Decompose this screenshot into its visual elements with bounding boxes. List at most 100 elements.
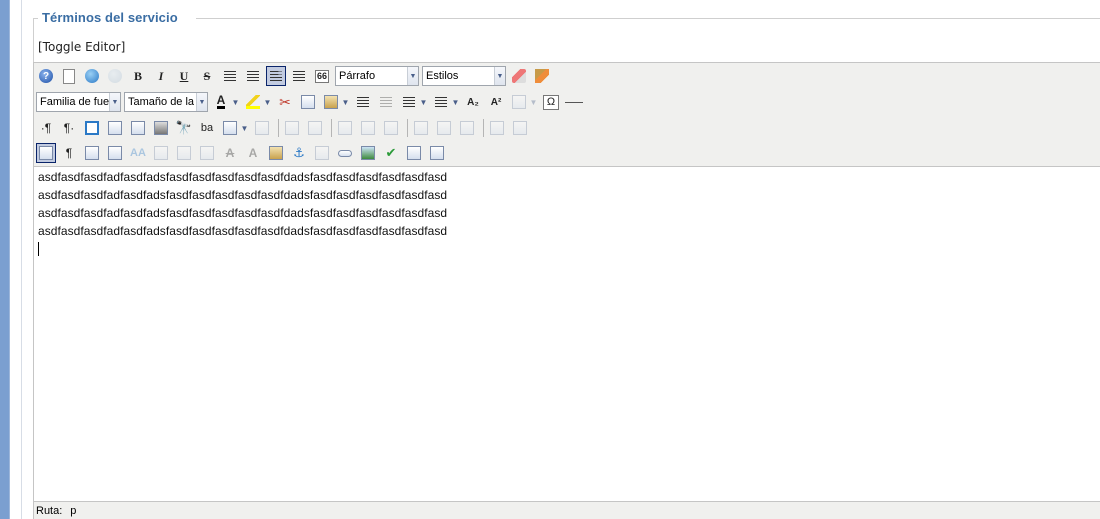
remove-format-button[interactable] [509, 66, 529, 86]
redo-button[interactable] [105, 66, 125, 86]
cleanup-button[interactable] [532, 66, 552, 86]
visual-aid-button[interactable] [36, 143, 56, 163]
template-icon [85, 146, 99, 160]
font-color-dropdown[interactable]: ▼ [231, 92, 240, 112]
special-char-button[interactable]: Ω [541, 92, 561, 112]
anchor-dropdown[interactable]: ▼ [529, 92, 538, 112]
insert-col-before-button[interactable] [411, 118, 431, 138]
insert-row-after-button[interactable] [358, 118, 378, 138]
insert-col-after-button[interactable] [434, 118, 454, 138]
unordered-list-dropdown[interactable]: ▼ [451, 92, 460, 112]
toolbar-row-2: Familia de fuen ▼ Tamaño de la f ▼ A ▼ ▼ ✂… [36, 90, 587, 114]
strikethrough-icon: S [203, 68, 211, 83]
align-right-button[interactable] [289, 66, 309, 86]
del-button[interactable]: A [220, 143, 240, 163]
cut-button[interactable]: ✂ [275, 92, 295, 112]
format-select[interactable]: Párrafo ▼ [335, 66, 419, 86]
undo-button[interactable] [82, 66, 102, 86]
insert-table-dropdown[interactable]: ▼ [240, 118, 249, 138]
spellcheck-icon: ✔ [385, 145, 397, 160]
delete-table-button[interactable] [252, 118, 272, 138]
font-color-button[interactable]: A [211, 92, 231, 112]
delete-col-button[interactable] [457, 118, 477, 138]
spellcheck-button[interactable]: ✔ [381, 143, 401, 163]
insert-table-button[interactable] [220, 118, 240, 138]
unlink-icon [315, 146, 329, 160]
help-button[interactable]: ? [36, 66, 56, 86]
align-justify-button[interactable] [220, 66, 240, 86]
preview-button[interactable] [105, 118, 125, 138]
path-element[interactable]: p [70, 505, 76, 517]
abbr-button[interactable] [174, 143, 194, 163]
toolbar-separator [407, 119, 408, 137]
ltr-button[interactable]: ·¶ [36, 118, 56, 138]
print-button[interactable] [151, 118, 171, 138]
toolbar-row-1: ? B I U S 66 Párrafo ▼ Estilos ▼ [36, 64, 555, 88]
cell-props-button[interactable] [305, 118, 325, 138]
pagebreak-button[interactable] [105, 143, 125, 163]
unordered-list-icon [435, 96, 447, 108]
horizontal-rule-button[interactable] [564, 92, 584, 112]
superscript-button[interactable]: A² [486, 92, 506, 112]
attributes-button[interactable] [266, 143, 286, 163]
readmore-button[interactable] [427, 143, 447, 163]
rtl-button[interactable]: ¶· [59, 118, 79, 138]
insert-col-after-icon [437, 121, 451, 135]
fullscreen-button[interactable] [82, 118, 102, 138]
paste-dropdown[interactable]: ▼ [341, 92, 350, 112]
highlight-button[interactable] [243, 92, 263, 112]
code-button[interactable] [128, 118, 148, 138]
fieldset-border-top-right [196, 18, 1100, 19]
indent-button[interactable] [353, 92, 373, 112]
acronym-button[interactable] [197, 143, 217, 163]
paste-icon [324, 95, 338, 109]
italic-button[interactable]: I [151, 66, 171, 86]
outdent-button[interactable] [376, 92, 396, 112]
font-family-select[interactable]: Familia de fuen ▼ [36, 92, 121, 112]
copy-button[interactable] [298, 92, 318, 112]
editor-toolbar: ? B I U S 66 Párrafo ▼ Estilos ▼ Familia d… [34, 63, 1100, 167]
ordered-list-button[interactable] [399, 92, 419, 112]
highlight-dropdown[interactable]: ▼ [263, 92, 272, 112]
unordered-list-button[interactable] [431, 92, 451, 112]
delete-row-button[interactable] [381, 118, 401, 138]
split-cells-button[interactable] [487, 118, 507, 138]
anchor-insert-button[interactable]: ⚓ [289, 143, 309, 163]
ordered-list-dropdown[interactable]: ▼ [419, 92, 428, 112]
paste-button[interactable] [321, 92, 341, 112]
insert-row-before-button[interactable] [335, 118, 355, 138]
toggle-editor-link[interactable]: [Toggle Editor] [38, 40, 125, 54]
link-button[interactable] [335, 143, 355, 163]
underline-button[interactable]: U [174, 66, 194, 86]
strikethrough-button[interactable]: S [197, 66, 217, 86]
styles-select[interactable]: Estilos ▼ [422, 66, 506, 86]
help-icon: ? [39, 69, 53, 83]
template-button[interactable] [82, 143, 102, 163]
horizontal-rule-icon [565, 101, 583, 103]
bold-button[interactable]: B [128, 66, 148, 86]
unlink-button[interactable] [312, 143, 332, 163]
align-left-button[interactable] [266, 66, 286, 86]
font-size-select[interactable]: Tamaño de la f ▼ [124, 92, 208, 112]
image-button[interactable] [358, 143, 378, 163]
align-center-button[interactable] [243, 66, 263, 86]
new-document-button[interactable] [59, 66, 79, 86]
merge-cells-button[interactable] [510, 118, 530, 138]
row-props-button[interactable] [282, 118, 302, 138]
editor-content-area[interactable]: asdfasdfasdfadfasdfadsfasdfasdfasdfasdfa… [34, 168, 1100, 501]
subscript-button[interactable]: A₂ [463, 92, 483, 112]
blockquote-button[interactable]: 66 [312, 66, 332, 86]
anchor-button[interactable] [509, 92, 529, 112]
toolbar-separator [278, 119, 279, 137]
search-icon: 🔭 [175, 120, 193, 135]
show-blocks-button[interactable]: ¶ [59, 143, 79, 163]
anchor-icon [512, 95, 526, 109]
ins-button[interactable]: A [243, 143, 263, 163]
hr-insert-button[interactable] [404, 143, 424, 163]
search-button[interactable]: 🔭 [174, 118, 194, 138]
cite-button[interactable] [151, 143, 171, 163]
replace-button[interactable]: ba [197, 118, 217, 138]
styleprops-button[interactable]: AA [128, 143, 148, 163]
font-color-icon: A [216, 93, 226, 109]
align-right-icon [293, 70, 305, 82]
